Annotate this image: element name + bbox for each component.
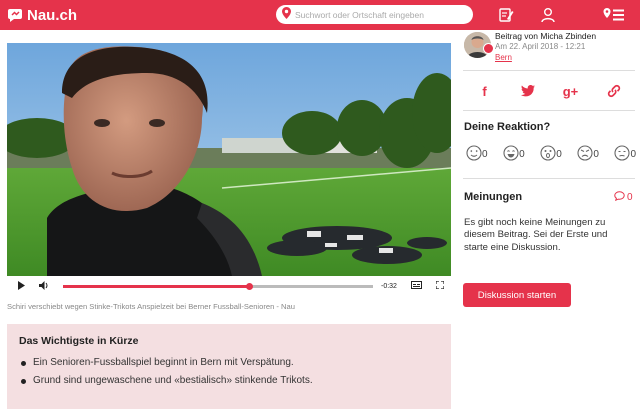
user-icon[interactable] [539, 6, 557, 24]
reaction-count: 0 [593, 149, 599, 160]
author-byline: Beitrag von Micha Zbinden [495, 31, 597, 41]
google-plus-icon[interactable]: g+ [560, 80, 582, 102]
menu-icon[interactable] [603, 6, 625, 24]
reaction-surprised[interactable]: 0 [540, 145, 562, 164]
surprised-face-icon [540, 145, 556, 164]
video-caption: Schiri verschiebt wegen Stinke-Trikots A… [7, 302, 295, 311]
progress-fill [63, 284, 249, 288]
time-remaining: -0:32 [381, 282, 397, 290]
progress-track[interactable] [63, 282, 373, 290]
publish-date: Am 22. April 2018 - 12:21 [495, 42, 586, 51]
facebook-icon[interactable]: f [474, 80, 496, 102]
reaction-love[interactable]: 0 [466, 145, 488, 164]
site-logo[interactable]: Nau.ch [7, 6, 77, 24]
progress-knob[interactable] [246, 282, 253, 290]
logo-text: Nau.ch [27, 6, 78, 24]
author-block: Beitrag von Micha Zbinden Am 22. April 2… [464, 30, 636, 66]
reaction-title: Deine Reaktion? [464, 121, 551, 133]
volume-icon[interactable] [39, 280, 49, 292]
reaction-angry[interactable]: 0 [577, 145, 599, 164]
author-badge-icon [483, 43, 494, 54]
search-box[interactable] [276, 5, 473, 24]
comment-icon [614, 191, 625, 204]
key-points-title: Das Wichtigste in Kürze [19, 335, 139, 347]
pin-icon [282, 6, 291, 24]
captions-icon[interactable] [410, 281, 422, 291]
video-player[interactable]: -0:32 [7, 43, 451, 296]
opinions-count-value: 0 [627, 192, 633, 203]
reaction-bar: 0 0 0 0 0 [466, 145, 636, 164]
fullscreen-icon[interactable] [435, 280, 445, 291]
twitter-icon[interactable] [517, 80, 539, 102]
start-discussion-button[interactable]: Diskussion starten [463, 283, 571, 307]
laugh-face-icon [503, 145, 519, 164]
edit-icon[interactable] [497, 6, 515, 24]
key-point-item: Ein Senioren-Fussballspiel beginnt in Be… [19, 357, 439, 368]
opinions-count[interactable]: 0 [614, 191, 633, 204]
angry-face-icon [577, 145, 593, 164]
play-icon[interactable] [17, 280, 25, 292]
divider [463, 110, 635, 111]
video-controls: -0:32 [7, 276, 451, 296]
reaction-count: 0 [556, 149, 562, 160]
reaction-count: 0 [482, 149, 488, 160]
top-navigation-bar: Nau.ch [0, 0, 640, 30]
reaction-count: 0 [519, 149, 525, 160]
logo-mark-icon [7, 8, 23, 22]
location-link[interactable]: Bern [495, 53, 512, 62]
reaction-sad[interactable]: 0 [614, 145, 636, 164]
key-point-item: Grund sind ungewaschene und «bestialisch… [19, 375, 439, 386]
reaction-count: 0 [630, 149, 636, 160]
sad-face-icon [614, 145, 630, 164]
search-input[interactable] [295, 9, 465, 20]
opinions-title: Meinungen [464, 191, 523, 203]
divider [463, 178, 635, 179]
link-icon[interactable] [603, 80, 625, 102]
no-opinions-text: Es gibt noch keine Meinungen zu diesem B… [464, 217, 608, 253]
video-frame [7, 43, 451, 276]
key-points-box: Das Wichtigste in Kürze Ein Senioren-Fus… [7, 324, 451, 409]
love-face-icon [466, 145, 482, 164]
share-bar: f g+ [463, 78, 635, 104]
key-points-list: Ein Senioren-Fussballspiel beginnt in Be… [19, 357, 439, 386]
reaction-laugh[interactable]: 0 [503, 145, 525, 164]
divider [463, 70, 635, 71]
